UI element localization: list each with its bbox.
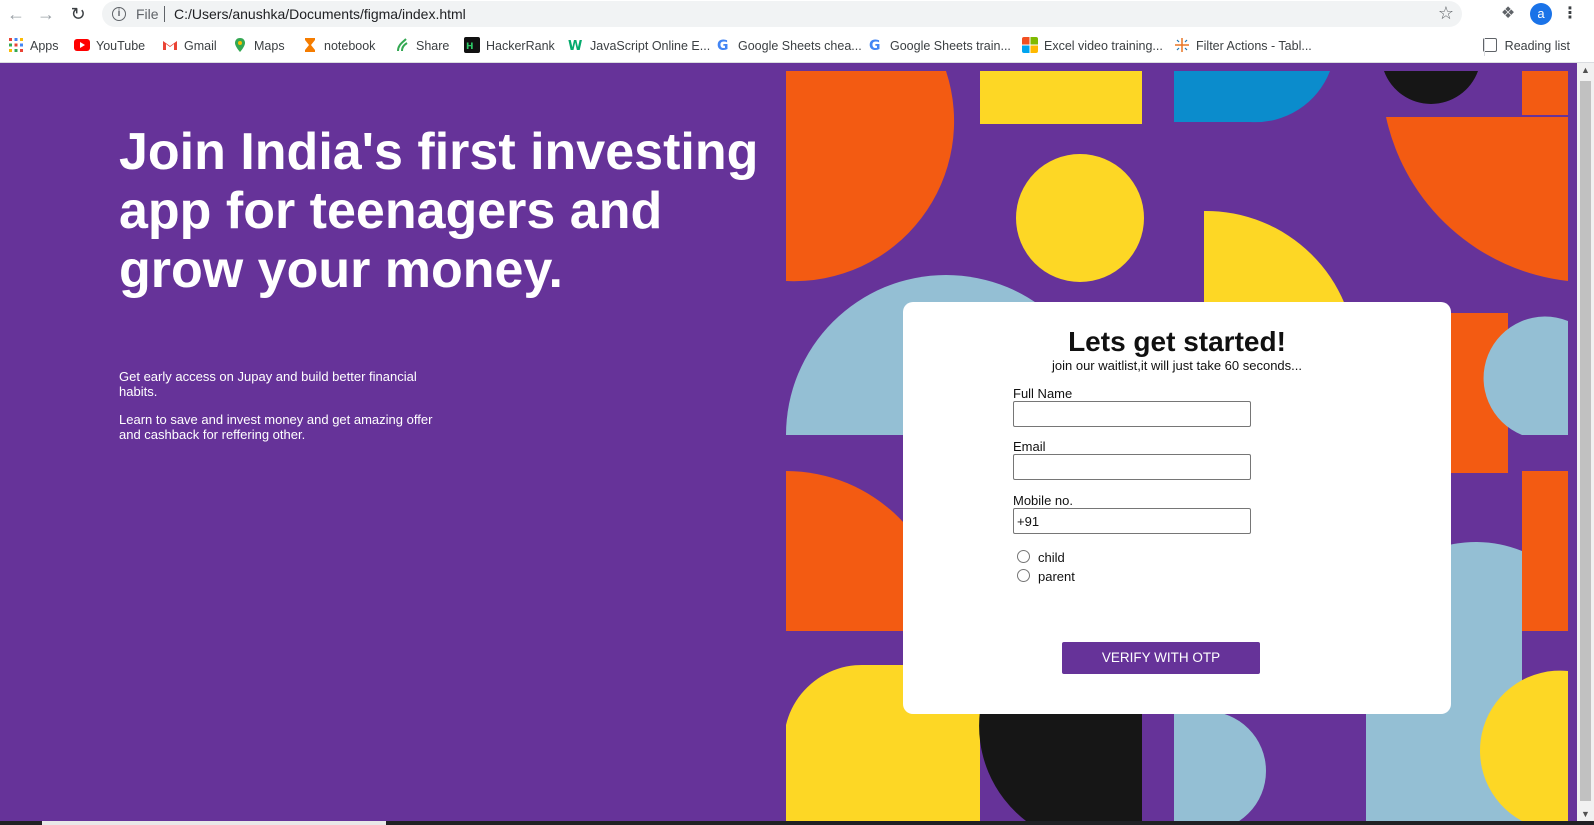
url-text[interactable]: C:/Users/anushka/Documents/figma/index.h… [174, 6, 466, 22]
bookmark-label: YouTube [96, 39, 146, 53]
bookmark-label: Filter Actions - Tabl... [1196, 39, 1312, 53]
black-bottom-shape [979, 711, 1142, 821]
bookmark-label: Apps [30, 39, 59, 53]
svg-text:G: G [717, 38, 729, 53]
orange-quarter-shape [1386, 117, 1568, 281]
bookmark-maps[interactable]: Maps [232, 36, 285, 56]
light-blue-bottom-shape [1174, 711, 1266, 821]
google-icon: G [717, 38, 729, 53]
bookmark-apps[interactable]: Apps [8, 36, 59, 56]
hero-paragraph-save-invest: Learn to save and invest money and get a… [119, 412, 433, 442]
page-content: Join India's first investing app for tee… [0, 63, 1577, 821]
bookmark-hackerrank[interactable]: H HackerRank [464, 36, 555, 56]
forward-arrow-icon[interactable]: → [34, 3, 58, 25]
full-name-label: Full Name [1013, 386, 1073, 401]
bookmark-label: Excel video training... [1044, 39, 1163, 53]
share-icon [397, 38, 408, 52]
scroll-up-arrow-icon[interactable]: ▲ [1581, 65, 1590, 75]
bookmark-excel-training[interactable]: Excel video training... [1022, 36, 1163, 56]
w3-icon: W [568, 39, 582, 53]
child-radio-label: child [1038, 550, 1065, 565]
address-bar[interactable]: i File C:/Users/anushka/Documents/figma/… [102, 1, 1462, 27]
parent-radio-label: parent [1038, 569, 1075, 584]
browser-toolbar: ← → ↻ i File C:/Users/anushka/Documents/… [0, 0, 1594, 28]
taskbar-strip [0, 821, 1594, 825]
svg-text:W: W [568, 39, 582, 53]
back-arrow-icon[interactable]: ← [4, 3, 28, 25]
orange-half-circle-shape [786, 71, 955, 282]
verify-otp-button[interactable]: VERIFY WITH OTP [1062, 642, 1260, 674]
microsoft-icon [1022, 37, 1038, 53]
yellow-bar-shape [980, 71, 1142, 124]
radio-option-parent[interactable]: parent [1017, 569, 1075, 584]
bookmark-star-icon[interactable]: ☆ [1438, 3, 1454, 24]
browser-menu-icon[interactable]: ⋮ [1562, 3, 1578, 25]
bookmark-share[interactable]: Share [394, 36, 449, 56]
scroll-down-arrow-icon[interactable]: ▼ [1581, 809, 1590, 819]
bookmark-label: Google Sheets train... [890, 39, 1011, 53]
extensions-puzzle-icon[interactable]: ❖ [1498, 4, 1518, 24]
full-name-input[interactable] [1013, 401, 1251, 427]
bookmark-javascript[interactable]: W JavaScript Online E... [568, 36, 710, 56]
tableau-icon [1175, 38, 1189, 52]
email-input[interactable] [1013, 454, 1251, 480]
youtube-icon [74, 39, 90, 51]
signup-card: Lets get started! join our waitlist,it w… [903, 302, 1451, 714]
svg-text:H: H [466, 42, 474, 52]
hero-headline: Join India's first investing app for tee… [119, 123, 759, 299]
reading-list[interactable]: Reading list [1482, 36, 1570, 56]
bookmark-label: HackerRank [486, 39, 555, 53]
taskbar-segment [42, 821, 386, 825]
hackerrank-icon: H [464, 37, 480, 53]
page-scrollbar[interactable]: ▲ ▼ [1577, 63, 1594, 821]
apps-grid-icon [9, 38, 23, 52]
orange-block-shape [1522, 71, 1568, 115]
bookmarks-bar: Apps YouTube Gmail Maps notebook Share H… [0, 30, 1594, 63]
bookmark-notebook[interactable]: notebook [302, 36, 375, 56]
bookmark-gmail[interactable]: Gmail [162, 36, 217, 56]
info-icon[interactable]: i [112, 7, 126, 21]
svg-text:G: G [869, 38, 881, 53]
bookmark-label: Google Sheets chea... [738, 39, 862, 53]
mobile-input[interactable] [1013, 508, 1251, 534]
card-subtitle: join our waitlist,it will just take 60 s… [1052, 358, 1302, 373]
bookmark-youtube[interactable]: YouTube [74, 36, 145, 56]
parent-radio[interactable] [1017, 569, 1030, 582]
maps-icon [235, 38, 245, 52]
file-label: File [136, 6, 159, 22]
email-label: Email [1013, 439, 1046, 454]
bookmark-label: JavaScript Online E... [590, 39, 711, 53]
gmail-icon [163, 41, 177, 50]
bookmark-filter-actions[interactable]: Filter Actions - Tabl... [1174, 36, 1312, 56]
orange-lower-right-shape [1522, 471, 1568, 631]
bookmark-label: Share [416, 39, 450, 53]
address-separator [164, 6, 165, 22]
mobile-label: Mobile no. [1013, 493, 1073, 508]
hero-paragraph-early-access: Get early access on Jupay and build bett… [119, 369, 417, 399]
bookmark-label: Gmail [184, 39, 217, 53]
bookmark-label: notebook [324, 39, 376, 53]
yellow-circle-shape [1016, 154, 1144, 282]
notebook-icon [305, 38, 315, 52]
black-half-circle-shape [1384, 71, 1478, 104]
bookmark-google-sheets-cheat[interactable]: G Google Sheets chea... [716, 36, 862, 56]
profile-avatar[interactable]: a [1530, 3, 1552, 25]
bookmark-google-sheets-training[interactable]: G Google Sheets train... [868, 36, 1011, 56]
card-title: Lets get started! [1068, 326, 1286, 357]
reading-list-label: Reading list [1504, 39, 1570, 53]
bookmark-label: Maps [254, 39, 285, 53]
bookmarks-separator [1484, 38, 1485, 56]
blue-half-circle-shape [1174, 71, 1330, 123]
radio-option-child[interactable]: child [1017, 550, 1065, 565]
scroll-thumb[interactable] [1580, 81, 1591, 801]
google-icon: G [869, 38, 881, 53]
reload-icon[interactable]: ↻ [66, 3, 90, 25]
child-radio[interactable] [1017, 550, 1030, 563]
